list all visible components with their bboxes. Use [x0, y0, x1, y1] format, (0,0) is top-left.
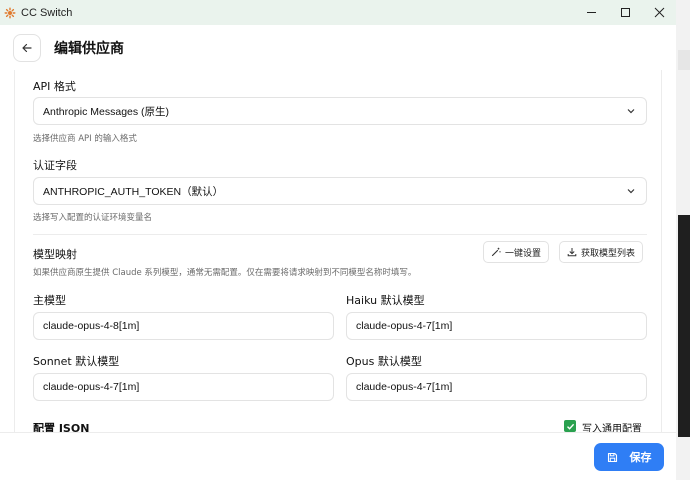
one-click-setup-label: 一键设置: [505, 248, 542, 259]
window-controls: [574, 0, 676, 25]
window-title: CC Switch: [21, 6, 73, 19]
arrow-left-icon: [22, 43, 32, 52]
app-window: CC Switch 编辑供应商 API 格式 Anthropic Message…: [0, 0, 676, 480]
close-icon: [654, 7, 664, 18]
sonnet-model-input[interactable]: claude-opus-4-7[1m]: [33, 373, 334, 401]
config-json-label: 配置 JSON: [33, 422, 90, 432]
title-bar: CC Switch: [0, 0, 676, 25]
opus-model-value: claude-opus-4-7[1m]: [356, 381, 453, 393]
chevron-down-icon: [627, 109, 635, 114]
form-card: API 格式 Anthropic Messages (原生) 选择供应商 API…: [14, 70, 662, 432]
haiku-model-label: Haiku 默认模型: [346, 294, 425, 307]
write-common-label: 写入通用配置: [582, 424, 642, 432]
checkmark-icon: [566, 423, 574, 430]
minimize-icon: [586, 12, 596, 13]
auth-field-label: 认证字段: [33, 159, 77, 172]
page-title: 编辑供应商: [54, 40, 124, 57]
api-format-value: Anthropic Messages (原生): [43, 105, 170, 118]
model-mapping-hint: 如果供应商原生提供 Claude 系列模型，通常无需配置。仅在需要将请求映射到不…: [33, 268, 417, 278]
api-format-label: API 格式: [33, 80, 76, 93]
app-logo-icon: [4, 7, 16, 18]
sonnet-model-value: claude-opus-4-7[1m]: [43, 381, 140, 393]
auth-field-select[interactable]: ANTHROPIC_AUTH_TOKEN（默认）: [33, 177, 647, 205]
api-format-hint: 选择供应商 API 的输入格式: [33, 134, 137, 144]
sonnet-model-label: Sonnet 默认模型: [33, 355, 120, 368]
auth-field-hint: 选择写入配置的认证环境变量名: [33, 213, 153, 223]
download-icon: [567, 248, 577, 257]
magic-wand-icon: [491, 247, 501, 257]
main-model-label: 主模型: [33, 294, 66, 307]
back-button[interactable]: [13, 33, 41, 62]
background-app-panel: [678, 50, 690, 70]
write-common-checkbox[interactable]: [564, 420, 576, 432]
api-format-select[interactable]: Anthropic Messages (原生): [33, 97, 647, 125]
haiku-model-value: claude-opus-4-7[1m]: [356, 320, 453, 332]
maximize-button[interactable]: [608, 0, 642, 25]
maximize-icon: [620, 8, 630, 17]
haiku-model-input[interactable]: claude-opus-4-7[1m]: [346, 312, 647, 340]
section-divider: [33, 234, 647, 235]
save-button[interactable]: 保存: [594, 443, 664, 471]
fetch-models-label: 获取模型列表: [581, 248, 636, 259]
footer-bar: 保存: [0, 432, 676, 480]
opus-model-input[interactable]: claude-opus-4-7[1m]: [346, 373, 647, 401]
minimize-button[interactable]: [574, 0, 608, 25]
page-header: 编辑供应商: [0, 25, 676, 70]
one-click-setup-button[interactable]: 一键设置: [483, 241, 550, 263]
save-icon: [607, 452, 617, 462]
main-model-input[interactable]: claude-opus-4-8[1m]: [33, 312, 334, 340]
close-button[interactable]: [642, 0, 676, 25]
form-scroll-area[interactable]: API 格式 Anthropic Messages (原生) 选择供应商 API…: [0, 70, 676, 432]
opus-model-label: Opus 默认模型: [346, 355, 422, 368]
background-app-panel: [678, 215, 690, 437]
main-model-value: claude-opus-4-8[1m]: [43, 320, 140, 332]
fetch-models-button[interactable]: 获取模型列表: [559, 241, 644, 263]
chevron-down-icon: [627, 189, 635, 194]
save-label: 保存: [629, 451, 652, 464]
auth-field-value: ANTHROPIC_AUTH_TOKEN（默认）: [43, 185, 224, 198]
model-mapping-title: 模型映射: [33, 248, 77, 261]
background-app-strip: [676, 0, 690, 480]
